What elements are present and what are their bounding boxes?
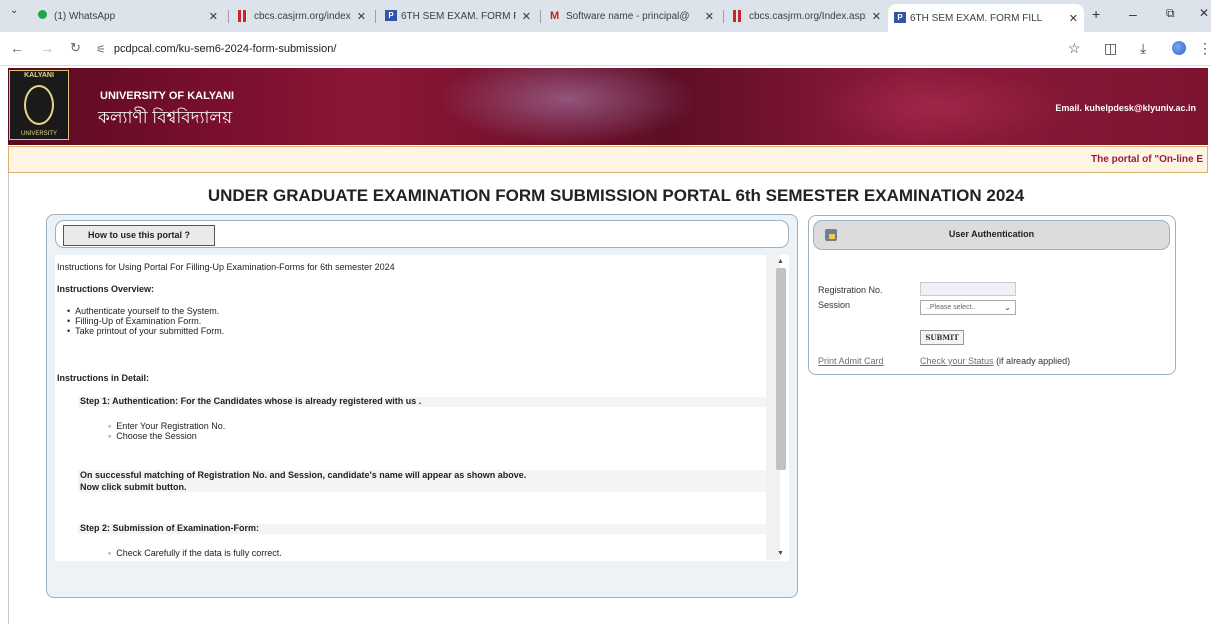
new-tab-button[interactable]: + — [1092, 6, 1100, 22]
detail-heading: Instructions in Detail: — [57, 373, 150, 383]
instructions-content[interactable] — [55, 255, 789, 561]
menu-icon[interactable]: ⋮ — [1198, 40, 1211, 57]
minimize-button[interactable]: – — [1129, 6, 1137, 22]
close-icon[interactable]: ✕ — [705, 10, 714, 23]
university-name: UNIVERSITY OF KALYANI — [100, 90, 235, 102]
extensions-icon[interactable]: ◫ — [1104, 40, 1117, 57]
tab-gmail[interactable]: M Software name - principal@ ✕ — [544, 4, 720, 28]
success-line-1: On successful matching of Registration N… — [80, 470, 527, 480]
announcement-marquee: The portal of "On-line E — [8, 146, 1208, 173]
browser-tab-bar: ⌄ (1) WhatsApp ✕ cbcs.casjrm.org/index.a… — [0, 0, 1211, 32]
tab-divider — [228, 10, 229, 23]
print-admit-card-link[interactable]: Print Admit Card — [818, 356, 884, 366]
session-select[interactable]: ..Please select.. ⌄ — [920, 300, 1016, 315]
tab-cbcs-1[interactable]: cbcs.casjrm.org/index.aspx ✕ — [232, 4, 372, 28]
registration-input[interactable] — [920, 282, 1016, 296]
check-status-note: (if already applied) — [996, 356, 1071, 366]
bookmark-star-icon[interactable]: ☆ — [1068, 40, 1081, 57]
list-item: ◦ Enter Your Registration No. — [108, 421, 226, 431]
url-bar[interactable]: ⚟ pcdpcal.com/ku-sem6-2024-form-submissi… — [92, 37, 1052, 61]
check-status-row: Check your Status (if already applied) — [920, 356, 1070, 366]
portal-icon: P — [894, 12, 906, 24]
back-icon[interactable]: ← — [10, 40, 24, 56]
tab-search-icon[interactable]: ⌄ — [10, 5, 18, 16]
forward-icon[interactable]: → — [40, 40, 54, 56]
cbcs-icon — [238, 10, 248, 22]
site-header: KALYANI UNIVERSITY UNIVERSITY OF KALYANI… — [8, 68, 1208, 145]
list-item: ◦ Choose the Session — [108, 431, 197, 441]
tab-divider — [723, 10, 724, 23]
list-item: ◦ Check Carefully if the data is fully c… — [108, 548, 282, 558]
tab-divider — [540, 10, 541, 23]
window-close-button[interactable]: ✕ — [1199, 6, 1209, 20]
profile-avatar-icon[interactable] — [1172, 41, 1186, 55]
whatsapp-icon — [38, 10, 48, 22]
list-item: • Filling-Up of Examination Form. — [67, 316, 202, 326]
chevron-down-icon: ⌄ — [1004, 303, 1011, 312]
submit-button[interactable]: SUBMIT — [920, 330, 964, 345]
address-bar-row: ← → ↻ ⚟ pcdpcal.com/ku-sem6-2024-form-su… — [0, 32, 1211, 66]
tab-portal-1[interactable]: P 6TH SEM EXAM. FORM FILL ✕ — [379, 4, 537, 28]
site-info-icon[interactable]: ⚟ — [96, 43, 106, 56]
step2-heading: Step 2: Submission of Examination-Form: — [80, 523, 260, 533]
university-logo: KALYANI UNIVERSITY — [9, 70, 69, 140]
list-item: • Authenticate yourself to the System. — [67, 306, 220, 316]
close-icon[interactable]: ✕ — [522, 10, 531, 23]
url-text: pcdpcal.com/ku-sem6-2024-form-submission… — [113, 43, 337, 55]
page-border — [8, 173, 9, 624]
step1-heading: Step 1: Authentication: For the Candidat… — [80, 396, 422, 406]
tab-portal-active[interactable]: P 6TH SEM EXAM. FORM FILL ✕ — [888, 4, 1084, 32]
registration-label: Registration No. — [818, 285, 883, 295]
tab-divider — [375, 10, 376, 23]
overview-heading: Instructions Overview: — [57, 284, 155, 294]
scroll-up-icon[interactable]: ▲ — [777, 258, 784, 265]
close-icon[interactable]: ✕ — [1069, 12, 1078, 25]
check-status-link[interactable]: Check your Status — [920, 356, 994, 366]
scroll-down-icon[interactable]: ▼ — [777, 550, 784, 557]
restore-button[interactable]: ⧉ — [1166, 6, 1175, 21]
university-name-bengali: কল্যাণী বিশ্ববিদ্যালয় — [98, 108, 233, 127]
success-line-2: Now click submit button. — [80, 482, 187, 492]
page-title: UNDER GRADUATE EXAMINATION FORM SUBMISSI… — [207, 186, 1025, 205]
scrollbar-thumb[interactable] — [776, 268, 786, 470]
cbcs-icon — [733, 10, 743, 22]
marquee-text: The portal of "On-line E — [1091, 154, 1203, 165]
close-icon[interactable]: ✕ — [209, 10, 218, 23]
download-icon[interactable]: ⤓ — [1140, 40, 1146, 57]
tab-whatsapp[interactable]: (1) WhatsApp ✕ — [32, 4, 224, 28]
helpdesk-email: Email. kuhelpdesk@klyuniv.ac.in — [1055, 103, 1196, 113]
portal-icon: P — [385, 10, 397, 22]
auth-header: User Authentication — [813, 220, 1170, 250]
auth-title: User Authentication — [948, 229, 1035, 239]
tab-cbcs-2[interactable]: cbcs.casjrm.org/Index.aspx ✕ — [727, 4, 887, 28]
session-label: Session — [818, 300, 851, 310]
how-to-use-button[interactable]: How to use this portal ? — [63, 225, 215, 246]
close-icon[interactable]: ✕ — [357, 10, 366, 23]
list-item: • Take printout of your submitted Form. — [67, 326, 225, 336]
instructions-intro: Instructions for Using Portal For Fillin… — [57, 262, 395, 272]
reload-icon[interactable]: ↻ — [70, 40, 81, 56]
close-icon[interactable]: ✕ — [872, 10, 881, 23]
gmail-icon: M — [550, 10, 560, 22]
instructions-header: How to use this portal ? — [55, 220, 789, 248]
